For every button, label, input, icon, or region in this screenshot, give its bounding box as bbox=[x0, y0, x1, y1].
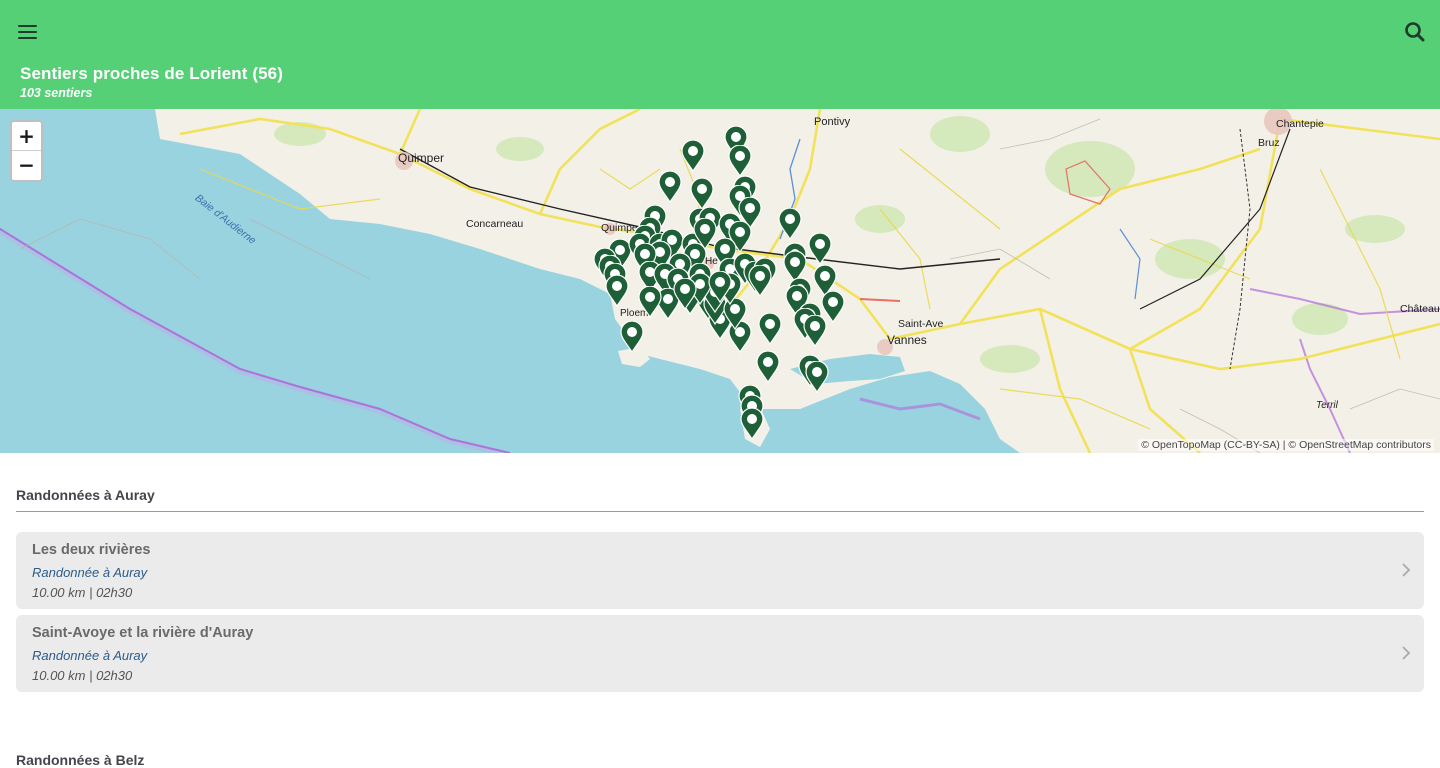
trail-title: Saint-Avoye et la rivière d'Auray bbox=[32, 625, 254, 641]
zoom-in-button[interactable]: + bbox=[12, 122, 41, 151]
map-label: Saint-Ave bbox=[898, 318, 944, 330]
section-title: Randonnées à Belz bbox=[16, 752, 145, 768]
map-pin-icon[interactable] bbox=[681, 139, 705, 173]
trail-location: Randonnée à Auray bbox=[32, 648, 148, 663]
trail-stats: 10.00 km | 02h30 bbox=[32, 585, 133, 600]
trail-map[interactable]: Quimper Pontivy Concarneau Quimperlé Bai… bbox=[0, 109, 1440, 453]
map-label: Vannes bbox=[887, 333, 927, 347]
section-title: Randonnées à Auray bbox=[16, 487, 155, 503]
map-label: Concarneau bbox=[466, 218, 524, 230]
trail-location: Randonnée à Auray bbox=[32, 565, 148, 580]
map-label: Châteaubr bbox=[1400, 303, 1440, 315]
map-pin-icon[interactable] bbox=[748, 264, 772, 298]
map-pin-icon[interactable] bbox=[605, 274, 629, 308]
map-label: Chantepie bbox=[1276, 118, 1324, 130]
chevron-right-icon bbox=[1402, 646, 1411, 660]
trail-card[interactable]: Les deux rivières Randonnée à Auray 10.0… bbox=[16, 532, 1424, 609]
map-pin-icon[interactable] bbox=[708, 270, 732, 304]
map-pin-icon[interactable] bbox=[805, 360, 829, 394]
search-icon bbox=[1405, 22, 1425, 42]
map-pin-icon[interactable] bbox=[690, 177, 714, 211]
zoom-control: + − bbox=[10, 120, 43, 182]
page-title: Sentiers proches de Lorient (56) bbox=[20, 64, 283, 83]
map-pin-icon[interactable] bbox=[756, 350, 780, 384]
map-pin-icon[interactable] bbox=[673, 277, 697, 311]
map-pin-icon[interactable] bbox=[808, 232, 832, 266]
map-pin-icon[interactable] bbox=[638, 285, 662, 319]
trail-stats: 10.00 km | 02h30 bbox=[32, 668, 133, 683]
app-bar: Sentiers proches de Lorient (56) 103 sen… bbox=[0, 0, 1440, 109]
zoom-out-button[interactable]: − bbox=[12, 151, 41, 180]
map-pin-icon[interactable] bbox=[803, 314, 827, 348]
map-label: Bruz bbox=[1258, 137, 1280, 149]
map-pin-icon[interactable] bbox=[758, 312, 782, 346]
map-label: Terril bbox=[1316, 400, 1338, 411]
chevron-right-icon bbox=[1402, 563, 1411, 577]
map-pin-icon[interactable] bbox=[658, 170, 682, 204]
search-button[interactable] bbox=[1401, 18, 1429, 46]
trail-title: Les deux rivières bbox=[32, 542, 151, 558]
map-attribution[interactable]: © OpenTopoMap (CC-BY-SA) | © OpenStreetM… bbox=[1138, 439, 1434, 451]
menu-button[interactable] bbox=[14, 18, 42, 46]
trail-card[interactable]: Saint-Avoye et la rivière d'Auray Randon… bbox=[16, 615, 1424, 692]
map-label: Quimper bbox=[398, 151, 445, 165]
map-pin-icon[interactable] bbox=[728, 144, 752, 178]
map-pin-icon[interactable] bbox=[778, 207, 802, 241]
map-label: Pontivy bbox=[814, 116, 851, 128]
page-subtitle: 103 sentiers bbox=[20, 86, 93, 100]
map-pin-icon[interactable] bbox=[740, 407, 764, 441]
map-pin-icon[interactable] bbox=[620, 320, 644, 354]
section-divider bbox=[16, 511, 1424, 512]
